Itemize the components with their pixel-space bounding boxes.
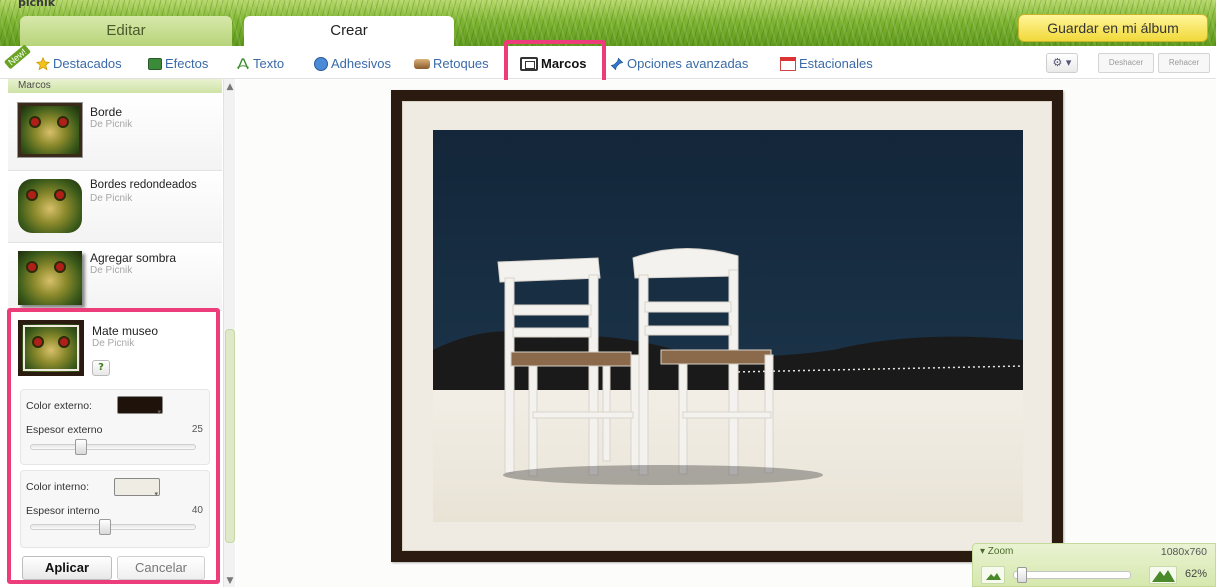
frame-thumbnail [17, 102, 83, 158]
photo-mat [402, 101, 1052, 551]
category-toolbar: Destacados Efectos Texto Adhesivos Retoq… [0, 46, 1216, 79]
toolbar-item-adhesivos[interactable]: Adhesivos [314, 46, 391, 79]
toolbar-item-opciones-avanzadas[interactable]: Opciones avanzadas [610, 46, 748, 79]
frame-thumbnail [18, 251, 82, 305]
frame-option-agregar-sombra[interactable]: Agregar sombra De Picnik [8, 243, 222, 311]
toolbar-label: Destacados [53, 56, 122, 72]
star-icon [36, 56, 50, 70]
frog-eye [26, 189, 38, 201]
frog-eye [54, 189, 66, 201]
toolbar-item-estacionales[interactable]: Estacionales [780, 46, 873, 79]
frame-source: De Picnik [90, 193, 133, 204]
undo-button[interactable]: Deshacer [1098, 53, 1154, 73]
zoom-in-mountain-icon[interactable] [1149, 566, 1177, 584]
frame-option-bordes-redondeados[interactable]: Bordes redondeados De Picnik [8, 171, 222, 243]
toolbar-label: Retoques [433, 56, 489, 72]
toolbar-label: Opciones avanzadas [627, 56, 749, 72]
frog-eye [54, 261, 66, 273]
zoom-slider[interactable] [1013, 571, 1131, 579]
app-title: picnik [18, 0, 56, 9]
frog-eye [57, 116, 69, 128]
frame-source: De Picnik [90, 265, 133, 276]
effects-icon [148, 57, 162, 70]
scroll-thumb[interactable] [225, 329, 235, 543]
framed-photo[interactable] [391, 90, 1063, 562]
photo-image [433, 130, 1023, 522]
frog-eye [29, 116, 41, 128]
smiley-icon [314, 56, 328, 71]
toolbar-item-destacados[interactable]: Destacados [36, 46, 122, 79]
settings-highlight-box [7, 308, 220, 584]
frame-title: Bordes redondeados [90, 179, 197, 191]
zoom-percent: 62% [1184, 568, 1207, 580]
redo-button[interactable]: Rehacer [1158, 53, 1210, 73]
retouch-icon [414, 58, 430, 69]
header-bar: picnik Editar Crear Guardar en mi álbum [0, 0, 1216, 46]
frame-title: Agregar sombra [90, 251, 177, 265]
toolbar-item-texto[interactable]: Texto [236, 46, 284, 79]
toolbar-label: Estacionales [799, 56, 873, 72]
toolbar-label: Adhesivos [331, 56, 391, 72]
two-chairs [497, 247, 823, 485]
zoom-slider-thumb[interactable] [1017, 567, 1027, 583]
frame-source: De Picnik [90, 119, 133, 130]
tab-editar[interactable]: Editar [20, 16, 232, 46]
gear-menu-button[interactable]: ⚙ ▾ [1046, 53, 1078, 73]
toolbar-item-efectos[interactable]: Efectos [148, 46, 208, 79]
panel-scrollbar[interactable]: ▲ ▼ [223, 79, 235, 587]
pin-icon [610, 57, 624, 70]
calendar-icon [780, 56, 796, 71]
zoom-toggle[interactable]: ▾ Zoom [980, 546, 1013, 557]
frog-eye [26, 261, 38, 273]
panel-header: Marcos [8, 79, 222, 93]
frame-title: Borde [90, 105, 123, 119]
save-to-album-button[interactable]: Guardar en mi álbum [1018, 14, 1208, 42]
frame-option-borde[interactable]: Borde De Picnik [8, 95, 222, 171]
toolbar-label: Efectos [165, 56, 209, 72]
scroll-up-arrow-icon[interactable]: ▲ [224, 81, 236, 93]
toolbar-item-retoques[interactable]: Retoques [414, 46, 489, 79]
frame-thumbnail [18, 179, 82, 233]
image-dimensions: 1080x760 [1160, 546, 1207, 558]
tab-crear[interactable]: Crear [244, 16, 454, 46]
toolbar-label: Texto [253, 56, 285, 72]
zoom-out-mountain-icon[interactable] [981, 566, 1005, 584]
zoom-panel: ▾ Zoom 1080x760 62% [972, 543, 1216, 587]
text-icon [237, 57, 249, 69]
scroll-down-arrow-icon[interactable]: ▼ [224, 575, 236, 587]
